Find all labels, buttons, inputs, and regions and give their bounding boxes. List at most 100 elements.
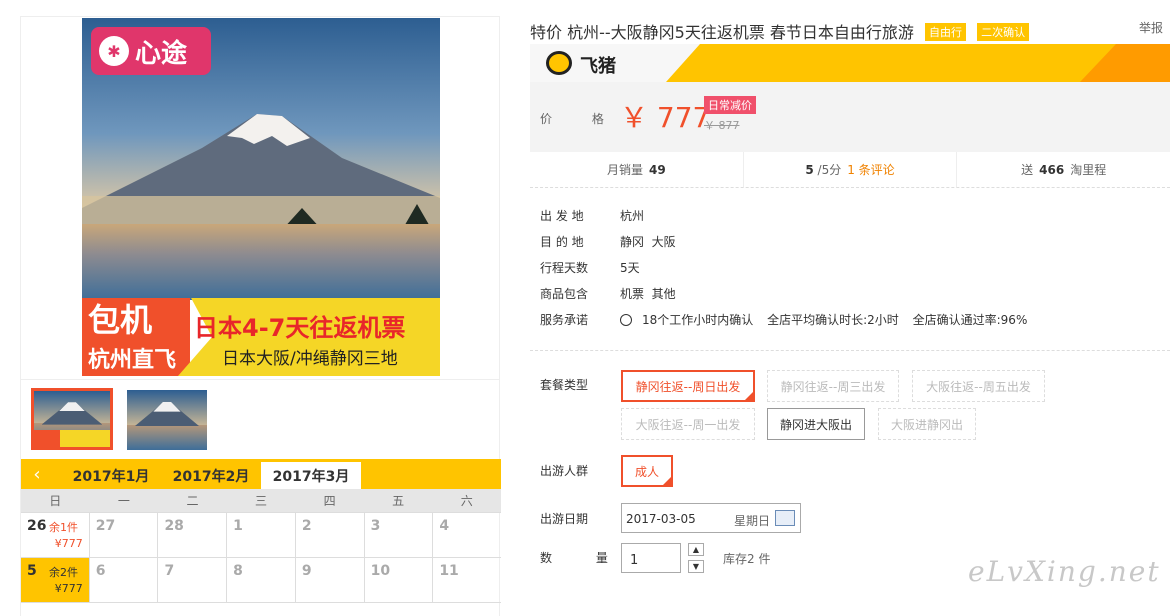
calendar-day[interactable]: 26 余1件 ¥777: [21, 513, 90, 557]
weekday-thu: 四: [323, 494, 336, 508]
info-value: 杭州: [620, 209, 645, 223]
day-number: 2: [301, 518, 312, 534]
package-option-4[interactable]: 大阪往返--周一出发: [621, 408, 755, 440]
travelers-label: 出游人群: [540, 464, 589, 478]
avg-confirm-time: 全店平均确认时长:2小时: [767, 313, 899, 327]
discount-badge: 日常减价: [704, 96, 756, 114]
day-price: ¥777: [54, 537, 83, 550]
date-label: 出游日期: [540, 512, 589, 526]
date-value: 2017-03-05: [626, 512, 696, 526]
calendar-day: 8: [227, 558, 296, 602]
stock-text: 库存2 件: [723, 552, 771, 566]
package-option-6[interactable]: 大阪进静冈出: [878, 408, 976, 440]
thumbnail-2[interactable]: [127, 390, 207, 450]
info-key: 行程天数: [540, 261, 589, 275]
tab-2017-01[interactable]: 2017年1月: [61, 462, 161, 489]
fliggy-pig-icon: [546, 51, 572, 75]
day-remaining: 余1件: [49, 521, 78, 534]
info-key: 出 发 地: [540, 209, 584, 223]
rating-suffix: /5分: [817, 163, 842, 177]
reviews-link[interactable]: 1 条评论: [847, 161, 894, 178]
gallery-panel: ✱ 心途 包机 杭州直飞 日本4-7天往返机票 日本大阪/冲绳静冈三地 ‹ 20…: [20, 16, 501, 616]
thumb-lake: [127, 424, 207, 450]
package-label: 套餐类型: [540, 378, 589, 392]
day-number: 7: [164, 563, 175, 579]
day-number: 8: [233, 563, 243, 579]
day-number: 10: [370, 563, 391, 579]
info-value: 机票 其他: [620, 287, 676, 301]
product-title-text: 特价 杭州--大阪静冈5天往返机票 春节日本自由行旅游: [530, 23, 914, 42]
service-promise: 18个工作小时内确认: [642, 313, 754, 327]
package-option-2[interactable]: 静冈往返--周三出发: [767, 370, 899, 402]
price-label: 价 格: [540, 112, 622, 126]
banner-subline: 日本大阪/冲绳静冈三地: [222, 349, 398, 369]
info-value: 静冈 大阪: [620, 235, 676, 249]
day-number: 1: [233, 518, 243, 534]
calendar-week-1: 26 余1件 ¥777 27 28 1 2 3 4: [21, 513, 501, 558]
tab-2017-03[interactable]: 2017年3月: [261, 462, 361, 489]
current-price: ￥ 777: [620, 101, 711, 134]
day-number: 5: [27, 563, 37, 579]
banner-charter-text: 包机: [88, 301, 153, 339]
rating: 5 /5分 1 条评论: [744, 152, 958, 187]
calendar-week-2: 5 余2件 ¥777 6 7 8 9 10 11: [21, 558, 501, 603]
calendar-day: 1: [227, 513, 296, 557]
calendar-day: 10: [365, 558, 434, 602]
weekday-fri: 五: [392, 494, 405, 508]
increment-button[interactable]: ▲: [688, 543, 704, 556]
info-row-days: 行程天数 5天: [540, 255, 1037, 281]
day-number: 4: [439, 518, 450, 534]
day-number: 27: [95, 518, 116, 534]
tab-2017-02[interactable]: 2017年2月: [161, 462, 261, 489]
info-key: 目 的 地: [540, 235, 584, 249]
chevron-left-icon[interactable]: ‹: [21, 459, 53, 489]
weekday-wed: 三: [255, 494, 268, 508]
sales-value: 49: [648, 162, 666, 177]
day-number: 3: [370, 518, 381, 534]
info-row-service: 服务承诺 18个工作小时内确认 全店平均确认时长:2小时 全店确认通过率:96%: [540, 307, 1037, 333]
traveler-option-adult[interactable]: 成人: [621, 455, 673, 487]
watermark: eLvXing.net: [968, 555, 1161, 588]
price-calendar: ‹ 2017年1月 2017年2月 2017年3月 日 一 二 三 四 五 六 …: [21, 459, 501, 603]
calendar-day-selected[interactable]: 5 余2件 ¥777: [21, 558, 90, 602]
day-number: 28: [164, 518, 184, 534]
info-row-destination: 目 的 地 静冈 大阪: [540, 229, 1037, 255]
date-field[interactable]: 2017-03-05 星期日: [621, 503, 801, 533]
weekday-sun: 日: [49, 494, 62, 508]
calendar-day: 27: [90, 513, 159, 557]
package-option-3[interactable]: 大阪往返--周五出发: [912, 370, 1045, 402]
xintu-logo: ✱ 心途: [91, 27, 211, 75]
calendar-header: ‹ 2017年1月 2017年2月 2017年3月: [21, 459, 501, 489]
calendar-day: 4: [433, 513, 501, 557]
calendar-day: 6: [90, 558, 159, 602]
points-value: 466: [1039, 162, 1065, 177]
info-row-includes: 商品包含 机票 其他: [540, 281, 1037, 307]
calendar-day: 9: [296, 558, 365, 602]
monthly-sales: 月销量 49: [530, 152, 744, 187]
decrement-button[interactable]: ▼: [688, 560, 704, 573]
lake-area: [82, 224, 440, 300]
package-option-5[interactable]: 静冈进大阪出: [767, 408, 865, 440]
day-number: 11: [439, 563, 459, 579]
thumbnail-strip: [21, 379, 499, 459]
logo-cat-icon: ✱: [99, 36, 129, 66]
main-product-image: ✱ 心途 包机 杭州直飞 日本4-7天往返机票 日本大阪/冲绳静冈三地: [82, 18, 440, 376]
package-option-1[interactable]: 静冈往返--周日出发: [621, 370, 755, 402]
thumbnail-1[interactable]: [31, 388, 113, 450]
weekday-sat: 六: [460, 494, 473, 508]
info-value: 5天: [620, 261, 640, 275]
quantity-input[interactable]: 1: [621, 543, 681, 573]
calendar-day: 7: [158, 558, 228, 602]
tag-second-confirm: 二次确认: [977, 23, 1030, 41]
weekday-tue: 二: [186, 494, 199, 508]
section-divider: [530, 350, 1170, 351]
confirm-rate: 全店确认通过率:96%: [912, 313, 1028, 327]
thumb-banner-left: [34, 430, 60, 447]
weekday-mon: 一: [117, 494, 130, 508]
calendar-icon[interactable]: [775, 510, 795, 526]
quantity-label: 数 量: [540, 551, 628, 565]
day-number: 26: [27, 518, 47, 534]
report-link[interactable]: 举报: [1139, 19, 1163, 36]
brand-bar-orange: [1080, 44, 1170, 82]
tag-free-travel: 自由行: [925, 23, 966, 41]
